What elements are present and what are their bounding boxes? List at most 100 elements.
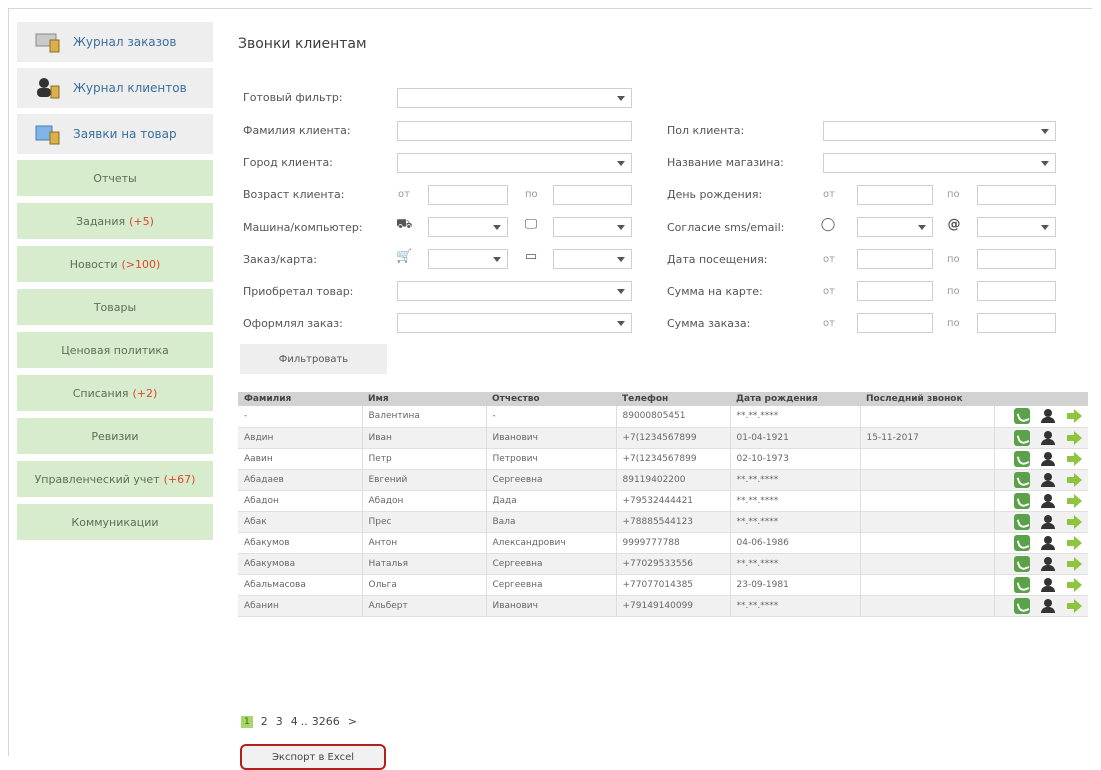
col-last-call[interactable]: Последний звонок xyxy=(860,392,994,406)
table-row[interactable]: Абадаев Евгений Сергеевна 89119402200 **.**.… xyxy=(238,469,1088,491)
visit-to-input[interactable] xyxy=(977,249,1056,269)
table-row[interactable]: Абак Прес Вала +78885544123 **.**.**** xyxy=(238,511,1088,533)
call-icon[interactable] xyxy=(1014,429,1030,446)
profile-icon[interactable] xyxy=(1040,430,1056,446)
table-row[interactable]: Абадон Абадон Дада +79532444421 **.**.**** xyxy=(238,490,1088,512)
computer-select[interactable] xyxy=(553,217,632,237)
open-arrow-icon[interactable] xyxy=(1066,493,1082,509)
call-icon[interactable] xyxy=(1014,555,1030,572)
ready-filter-label: Готовый фильтр: xyxy=(243,91,343,104)
profile-icon[interactable] xyxy=(1040,514,1056,530)
card-sum-to-input[interactable] xyxy=(977,281,1056,301)
store-select[interactable] xyxy=(823,153,1056,173)
surname-input[interactable] xyxy=(397,121,632,141)
table-row[interactable]: Аавин Петр Петрович +7(1234567899 02-10-1973 xyxy=(238,448,1088,470)
col-surname[interactable]: Фамилия xyxy=(238,392,362,406)
col-phone[interactable]: Телефон xyxy=(616,392,730,406)
gender-select[interactable] xyxy=(823,121,1056,141)
age-to-input[interactable] xyxy=(553,185,632,205)
birthday-to-input[interactable] xyxy=(977,185,1056,205)
col-patronymic[interactable]: Отчество xyxy=(486,392,616,406)
page-next[interactable]: > xyxy=(348,715,357,728)
profile-icon[interactable] xyxy=(1040,451,1056,467)
nav-writeoffs[interactable]: Списания (+2) xyxy=(17,375,213,411)
visit-to-label: по xyxy=(947,254,960,265)
call-icon[interactable] xyxy=(1014,471,1030,488)
nav-management-accounting[interactable]: Управленческий учет (+67) xyxy=(17,461,213,497)
open-arrow-icon[interactable] xyxy=(1066,577,1082,593)
col-name[interactable]: Имя xyxy=(362,392,486,406)
open-arrow-icon[interactable] xyxy=(1066,451,1082,467)
card-sum-from-input[interactable] xyxy=(857,281,933,301)
table-row[interactable]: Абакумова Наталья Сергеевна +77029533556 **.… xyxy=(238,553,1088,575)
nav-tasks[interactable]: Задания (+5) xyxy=(17,203,213,239)
visit-from-input[interactable] xyxy=(857,249,933,269)
birthday-from-input[interactable] xyxy=(857,185,933,205)
filter-button[interactable]: Фильтровать xyxy=(240,344,387,374)
profile-icon[interactable] xyxy=(1040,535,1056,551)
order-sum-from-input[interactable] xyxy=(857,313,933,333)
table-row[interactable]: Абанин Альберт Иванович +79149140099 **.**.*… xyxy=(238,595,1088,617)
nav-reports[interactable]: Отчеты xyxy=(17,160,213,196)
open-arrow-icon[interactable] xyxy=(1066,408,1082,424)
open-arrow-icon[interactable] xyxy=(1066,556,1082,572)
call-icon[interactable] xyxy=(1014,492,1030,509)
call-icon[interactable] xyxy=(1014,534,1030,551)
page-current[interactable]: 1 xyxy=(241,715,253,728)
table-cell: +7(1234567899 xyxy=(616,427,731,449)
open-arrow-icon[interactable] xyxy=(1066,598,1082,614)
table-cell xyxy=(860,406,995,428)
birthday-from-label: от xyxy=(823,189,835,200)
nav-goods-requests-label: Заявки на товар xyxy=(73,127,177,141)
profile-icon[interactable] xyxy=(1040,472,1056,488)
page-ellipsis: .. xyxy=(300,715,308,728)
open-arrow-icon[interactable] xyxy=(1066,535,1082,551)
profile-icon[interactable] xyxy=(1040,556,1056,572)
sms-select[interactable] xyxy=(857,217,933,237)
open-arrow-icon[interactable] xyxy=(1066,430,1082,446)
col-birthdate[interactable]: Дата рождения xyxy=(730,392,860,406)
nav-goods[interactable]: Товары xyxy=(17,289,213,325)
page-link-2[interactable]: 2 xyxy=(261,715,268,728)
call-icon[interactable] xyxy=(1014,450,1030,467)
nav-order-journal[interactable]: Журнал заказов xyxy=(17,22,213,62)
table-row[interactable]: Абальмасова Ольга Сергеевна +77077014385 23-… xyxy=(238,574,1088,596)
nav-clients-journal[interactable]: Журнал клиентов xyxy=(17,68,213,108)
ready-filter-select[interactable] xyxy=(397,88,632,108)
table-row[interactable]: - Валентина -89000805451 **.**.**** xyxy=(238,406,1088,428)
order-select[interactable] xyxy=(428,249,508,269)
open-arrow-icon[interactable] xyxy=(1066,514,1082,530)
export-excel-button[interactable]: Экспорт в Excel xyxy=(240,744,386,770)
sidebar: Журнал заказов Журнал клиентов Заявки на… xyxy=(17,22,213,547)
table-cell: 89119402200 xyxy=(616,469,731,491)
age-from-input[interactable] xyxy=(428,185,508,205)
nav-goods-requests[interactable]: Заявки на товар xyxy=(17,114,213,154)
ordered-select[interactable] xyxy=(397,313,632,333)
city-select[interactable] xyxy=(397,153,632,173)
chevron-down-icon xyxy=(617,161,625,166)
profile-icon[interactable] xyxy=(1040,493,1056,509)
card-select[interactable] xyxy=(553,249,632,269)
profile-icon[interactable] xyxy=(1040,577,1056,593)
profile-icon[interactable] xyxy=(1040,408,1056,424)
car-select[interactable] xyxy=(428,217,508,237)
call-icon[interactable] xyxy=(1014,576,1030,593)
table-row[interactable]: Авдин Иван Иванович +7(1234567899 01-04-1921… xyxy=(238,427,1088,449)
nav-audits[interactable]: Ревизии xyxy=(17,418,213,454)
email-select[interactable] xyxy=(977,217,1056,237)
page-link-last[interactable]: 3266 xyxy=(312,715,340,728)
profile-icon[interactable] xyxy=(1040,598,1056,614)
call-icon[interactable] xyxy=(1014,408,1030,425)
nav-communications[interactable]: Коммуникации xyxy=(17,504,213,540)
open-arrow-icon[interactable] xyxy=(1066,472,1082,488)
bought-select[interactable] xyxy=(397,281,632,301)
nav-pricing[interactable]: Ценовая политика xyxy=(17,332,213,368)
row-actions xyxy=(994,532,1088,554)
table-row[interactable]: Абакумов Антон Александрович 9999777788 04-0… xyxy=(238,532,1088,554)
call-icon[interactable] xyxy=(1014,597,1030,614)
page-link-4[interactable]: 4 xyxy=(291,715,298,728)
nav-news[interactable]: Новости (>100) xyxy=(17,246,213,282)
page-link-3[interactable]: 3 xyxy=(276,715,283,728)
order-sum-to-input[interactable] xyxy=(977,313,1056,333)
call-icon[interactable] xyxy=(1014,513,1030,530)
